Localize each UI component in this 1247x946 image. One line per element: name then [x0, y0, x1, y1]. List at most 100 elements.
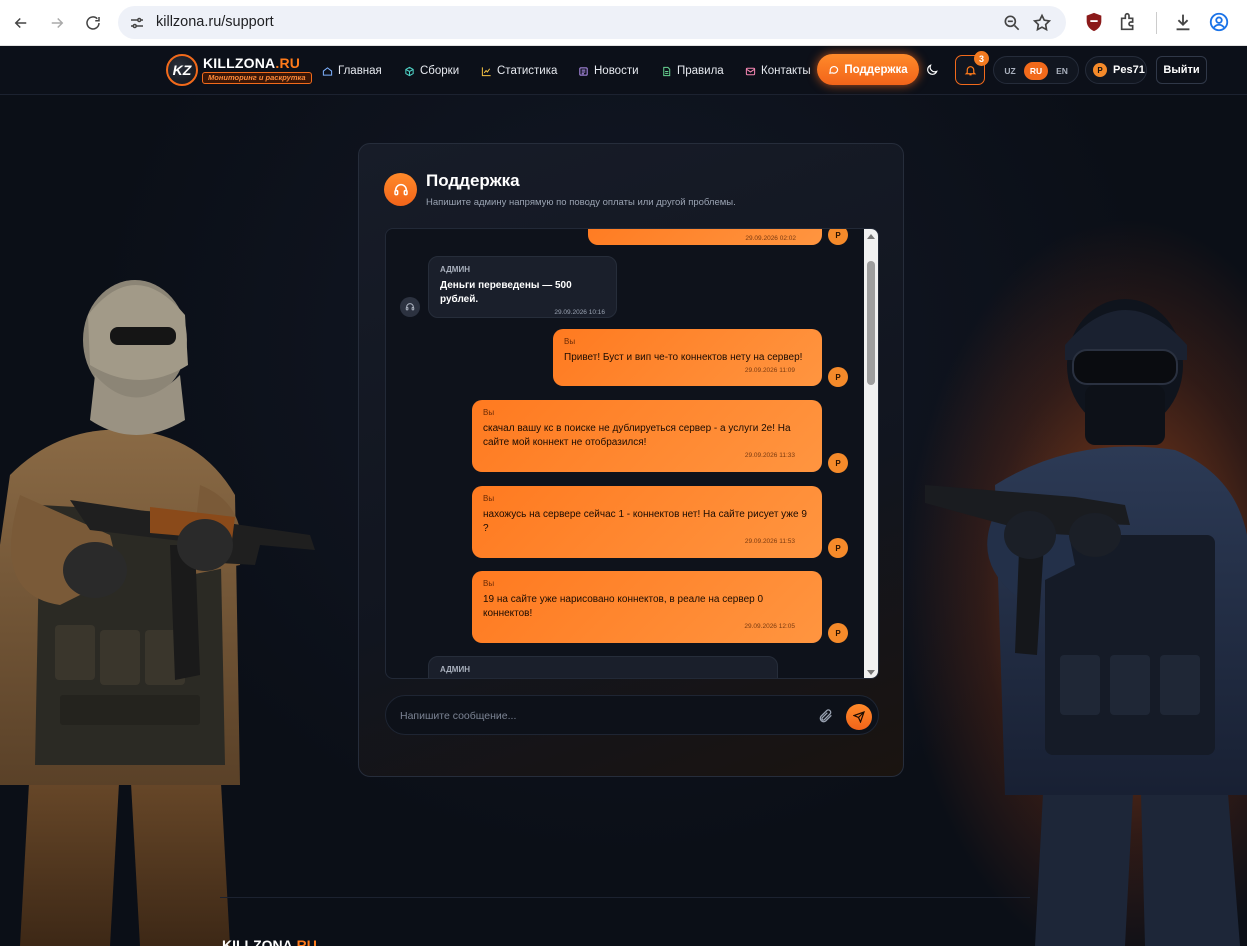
message-time: 29.09.2026 10:16 — [554, 309, 605, 316]
lang-uz[interactable]: UZ — [998, 62, 1022, 80]
site-settings-icon[interactable] — [128, 14, 146, 32]
bookmark-star-icon[interactable] — [1032, 13, 1052, 33]
site-header: KZ KILLZONA.RU Мониторинг и раскрутка Гл… — [0, 46, 1247, 95]
message-bubble-own: Вы 19 на сайте уже нарисовано коннектов,… — [472, 571, 822, 643]
lang-en[interactable]: EN — [1050, 62, 1074, 80]
nav-builds[interactable]: Сборки — [404, 64, 459, 78]
message-time: 29.09.2026 11:09 — [744, 367, 795, 374]
moon-icon — [927, 64, 938, 75]
message-text: нахожусь на сервере сейчас 1 - коннектов… — [483, 509, 807, 534]
profile-icon[interactable] — [1208, 11, 1230, 33]
url-text[interactable]: killzona.ru/support — [156, 14, 274, 30]
page-subtitle: Напишите админу напрямую по поводу оплат… — [426, 197, 736, 208]
document-icon — [663, 66, 671, 76]
message-text: 19 на сайте уже нарисовано коннектов, в … — [483, 594, 764, 619]
scroll-up-arrow-icon[interactable] — [867, 234, 875, 239]
terrorist-soldier-image — [0, 280, 315, 946]
page-title: Поддержка — [426, 171, 520, 190]
bell-icon — [964, 65, 976, 75]
avatar: P — [828, 453, 848, 473]
headset-icon — [384, 173, 417, 206]
support-card: Поддержка Напишите админу напрямую по по… — [358, 143, 904, 777]
support-button[interactable]: Поддержка — [817, 54, 919, 85]
admin-headset-avatar-icon — [400, 297, 420, 317]
chart-icon — [481, 66, 491, 76]
nav-rules-label: Правила — [677, 65, 724, 77]
message-time: 29.09.2026 11:33 — [744, 452, 795, 459]
logo-badge: KZ — [166, 54, 198, 86]
chat-bubble-icon — [829, 66, 839, 74]
chat-messages-panel[interactable]: 29.09.2026 02:02 P АДМИН Деньги переведе… — [385, 228, 879, 679]
nav-contacts-label: Контакты — [761, 65, 811, 77]
logo-tagline: Мониторинг и раскрутка — [202, 72, 312, 84]
footer-logo[interactable]: KILLZONA.RU — [222, 937, 317, 946]
scrollbar-thumb[interactable] — [867, 261, 875, 385]
avatar: P — [1093, 63, 1107, 77]
nav-news[interactable]: Новости — [578, 64, 639, 78]
avatar: P — [828, 623, 848, 643]
download-icon[interactable] — [1172, 11, 1194, 33]
zoom-icon[interactable] — [1002, 13, 1022, 33]
paperclip-icon[interactable] — [818, 708, 834, 724]
page-body: Поддержка Напишите админу напрямую по по… — [0, 95, 1247, 946]
home-icon — [322, 66, 333, 76]
chat-scrollbar[interactable] — [864, 229, 878, 678]
browser-toolbar: killzona.ru/support — [0, 0, 1247, 46]
support-button-label: Поддержка — [844, 63, 908, 76]
message-sender: Вы — [483, 494, 495, 503]
user-menu[interactable]: P Pes71 — [1085, 56, 1147, 84]
nav-rules[interactable]: Правила — [661, 64, 724, 78]
forward-arrow-icon[interactable] — [42, 8, 72, 38]
nav-contacts[interactable]: Контакты — [745, 64, 811, 78]
message-sender: Вы — [483, 408, 495, 417]
shield-extension-icon[interactable] — [1083, 11, 1105, 33]
counter-terrorist-soldier-image — [925, 299, 1247, 946]
notification-count-badge: 3 — [974, 51, 989, 66]
theme-toggle-button[interactable] — [917, 55, 947, 85]
logo-title: KILLZONA.RU — [203, 55, 301, 71]
site-logo[interactable]: KZ KILLZONA.RU Мониторинг и раскрутка — [166, 54, 316, 88]
message-bubble-admin: АДМИН Деньги переведены — 500 рублей. 29… — [428, 256, 617, 318]
newspaper-icon — [579, 66, 588, 76]
message-bubble-own: Вы скачал вашу кс в поиске не дублируеть… — [472, 400, 822, 472]
reload-icon[interactable] — [78, 8, 108, 38]
toolbar-divider — [1156, 12, 1157, 34]
nav-home-label: Главная — [338, 65, 382, 77]
address-bar[interactable]: killzona.ru/support — [118, 6, 1066, 39]
scroll-down-arrow-icon[interactable] — [867, 670, 875, 675]
avatar: P — [828, 367, 848, 387]
puzzle-extensions-icon[interactable] — [1118, 11, 1140, 33]
message-bubble-own: Вы нахожусь на сервере сейчас 1 - коннек… — [472, 486, 822, 558]
nav-builds-label: Сборки — [420, 65, 460, 77]
message-composer — [385, 695, 879, 735]
message-time: 29.09.2026 12:05 — [744, 623, 795, 630]
avatar: P — [828, 538, 848, 558]
nav-home[interactable]: Главная — [322, 64, 382, 78]
message-sender: АДМИН — [440, 265, 470, 274]
message-sender: АДМИН — [440, 665, 470, 674]
paper-plane-icon — [853, 711, 865, 723]
message-text: Привет! Буст и вип че-то коннектов нету … — [564, 352, 803, 363]
logout-button[interactable]: Выйти — [1156, 56, 1207, 84]
message-time: 29.09.2026 02:02 — [745, 235, 796, 242]
message-text: скачал вашу кс в поиске не дублируеться … — [483, 423, 791, 448]
message-sender: Вы — [564, 337, 576, 346]
username: Pes71 — [1113, 64, 1145, 76]
language-switcher: UZ RU EN — [993, 56, 1079, 84]
message-input[interactable] — [400, 706, 800, 726]
message-bubble-admin: АДМИН — [428, 656, 778, 678]
message-bubble-own: 29.09.2026 02:02 — [588, 229, 822, 245]
nav-stats[interactable]: Статистика — [481, 64, 557, 78]
back-arrow-icon[interactable] — [6, 8, 36, 38]
message-sender: Вы — [483, 579, 495, 588]
message-time: 29.09.2026 11:53 — [744, 538, 795, 545]
send-button[interactable] — [846, 704, 872, 730]
footer-divider — [220, 897, 1030, 898]
nav-stats-label: Статистика — [497, 65, 558, 77]
nav-news-label: Новости — [594, 65, 639, 77]
lang-ru[interactable]: RU — [1024, 62, 1048, 80]
cube-icon — [405, 66, 414, 76]
avatar: P — [828, 229, 848, 245]
message-bubble-own: Вы Привет! Буст и вип че-то коннектов не… — [553, 329, 822, 386]
message-text: Деньги переведены — 500 рублей. — [440, 280, 572, 305]
